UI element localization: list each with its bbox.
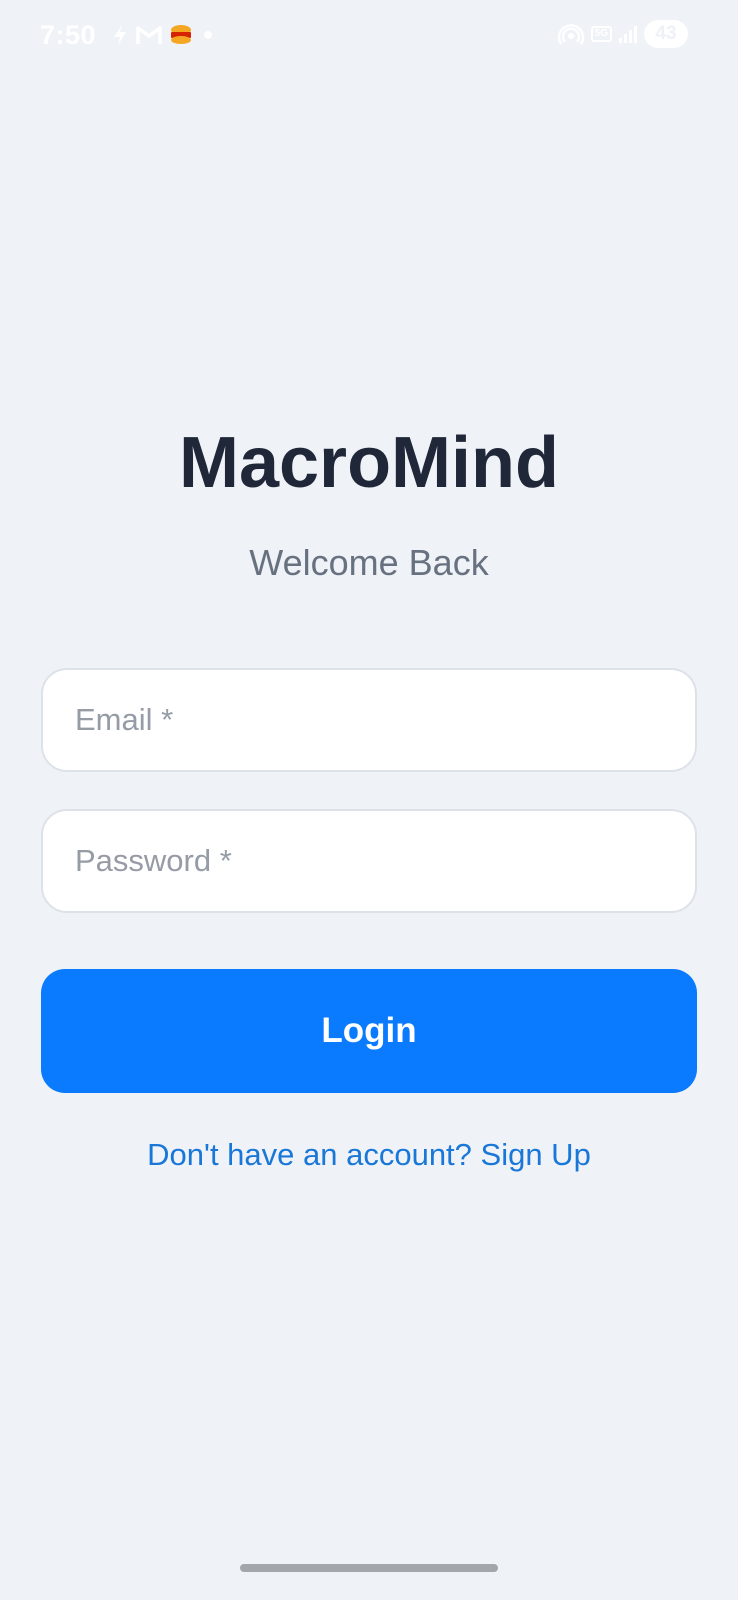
app-title: MacroMind — [178, 423, 559, 503]
notification-dot-icon — [200, 27, 216, 43]
burger-king-icon — [170, 24, 192, 46]
signal-icon — [618, 24, 638, 44]
home-indicator[interactable] — [240, 1564, 498, 1572]
battery-icon: 43 — [644, 20, 688, 48]
status-bar: 7:50 5G 43 — [0, 0, 738, 78]
signup-link[interactable]: Don't have an account? Sign Up — [0, 1137, 738, 1173]
login-button[interactable]: Login — [41, 969, 697, 1093]
gmail-icon — [136, 25, 162, 45]
email-input[interactable] — [41, 668, 697, 772]
status-time: 7:50 — [40, 20, 97, 50]
bolt-icon — [112, 24, 128, 46]
hotspot-icon — [557, 22, 585, 46]
welcome-subtitle: Welcome Back — [249, 542, 489, 583]
status-notification-icons — [112, 24, 216, 46]
status-system-icons: 5G 43 — [557, 20, 688, 48]
password-input[interactable] — [41, 809, 697, 913]
network-5g-icon: 5G — [590, 26, 612, 42]
